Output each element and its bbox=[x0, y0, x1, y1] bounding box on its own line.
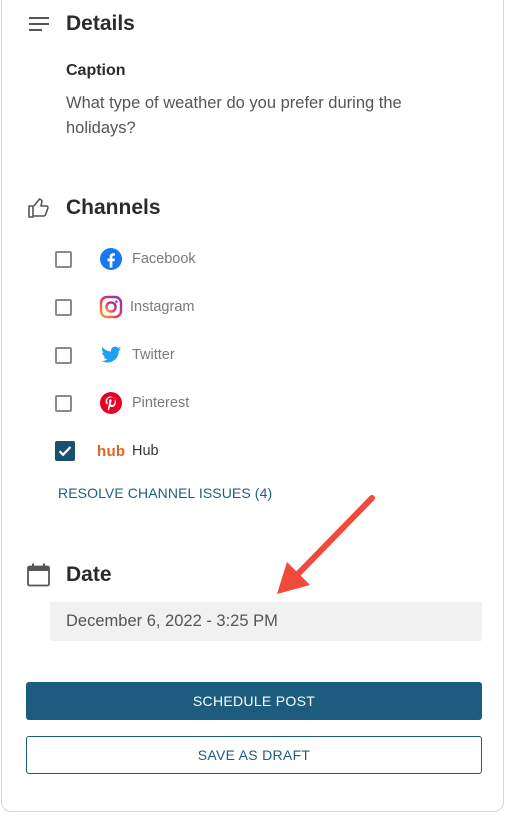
date-title: Date bbox=[66, 563, 112, 586]
resolve-channel-issues-link[interactable]: RESOLVE CHANNEL ISSUES (4) bbox=[58, 485, 272, 501]
caption-label: Caption bbox=[66, 62, 126, 79]
instagram-icon bbox=[99, 295, 123, 319]
instagram-checkbox[interactable] bbox=[55, 298, 72, 316]
checkmark-icon bbox=[58, 446, 72, 457]
channel-label-twitter: Twitter bbox=[132, 347, 175, 363]
channels-title: Channels bbox=[66, 196, 161, 219]
hub-logo: hub bbox=[97, 442, 126, 460]
twitter-checkbox[interactable] bbox=[55, 346, 72, 364]
channel-row-instagram[interactable]: Instagram bbox=[55, 295, 194, 319]
caption-text: What type of weather do you prefer durin… bbox=[66, 94, 402, 137]
channel-row-hub[interactable]: hub Hub bbox=[55, 439, 159, 463]
calendar-icon bbox=[27, 563, 50, 587]
thumbs-up-icon bbox=[28, 198, 49, 218]
details-lines-icon bbox=[29, 17, 49, 31]
hub-checkbox[interactable] bbox=[55, 441, 75, 461]
channel-label-hub: Hub bbox=[132, 443, 159, 459]
channel-row-twitter[interactable]: Twitter bbox=[55, 343, 175, 367]
channel-label-pinterest: Pinterest bbox=[132, 395, 190, 411]
date-time-field[interactable]: December 6, 2022 - 3:25 PM bbox=[50, 602, 482, 641]
date-time-value: December 6, 2022 - 3:25 PM bbox=[66, 612, 278, 630]
twitter-icon bbox=[101, 346, 121, 363]
channel-label-facebook: Facebook bbox=[132, 251, 196, 267]
schedule-post-button[interactable]: SCHEDULE POST bbox=[26, 682, 482, 720]
save-as-draft-button[interactable]: SAVE AS DRAFT bbox=[26, 736, 482, 774]
details-title: Details bbox=[66, 12, 135, 35]
pinterest-checkbox[interactable] bbox=[55, 394, 72, 412]
channel-row-facebook[interactable]: Facebook bbox=[55, 247, 196, 271]
pinterest-icon bbox=[100, 392, 122, 414]
channel-row-pinterest[interactable]: Pinterest bbox=[55, 391, 189, 415]
facebook-checkbox[interactable] bbox=[55, 250, 72, 268]
channel-label-instagram: Instagram bbox=[130, 299, 195, 315]
facebook-icon bbox=[100, 248, 122, 270]
